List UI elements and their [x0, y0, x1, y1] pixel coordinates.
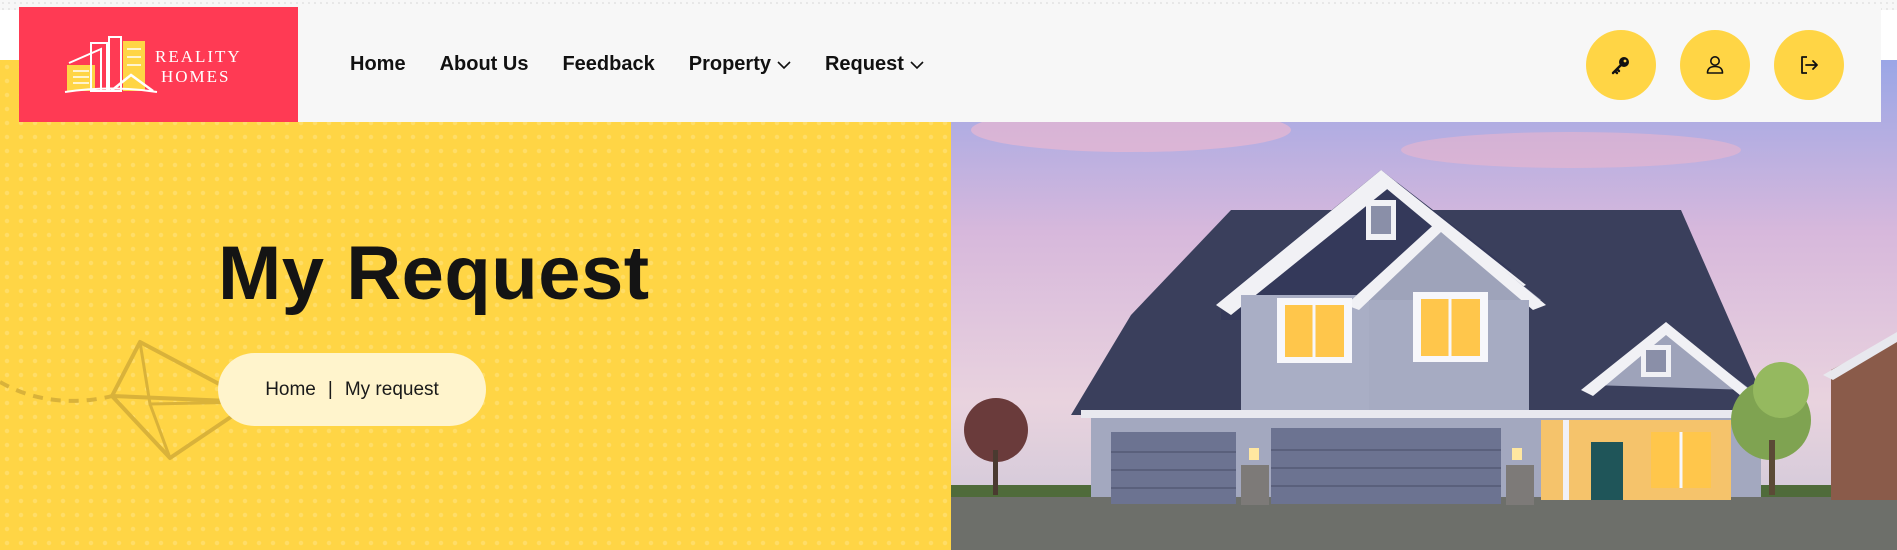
nav-property-dropdown[interactable]: Property	[689, 53, 791, 76]
logo-line-1: REALITY	[155, 47, 242, 66]
nav-feedback[interactable]: Feedback	[562, 53, 654, 76]
nav-about-label: About Us	[439, 53, 529, 75]
logout-icon	[1801, 56, 1818, 74]
breadcrumb: Home | My request	[218, 353, 486, 426]
chevron-down-icon	[777, 60, 791, 69]
nav-property-label: Property	[688, 53, 771, 75]
logout-button[interactable]	[1774, 30, 1844, 100]
logo-text: REALITY HOMES	[155, 47, 242, 87]
breadcrumb-home-link[interactable]: Home	[265, 379, 316, 401]
main-nav: Home About Us Feedback Property Request	[350, 7, 924, 122]
nav-request-dropdown[interactable]: Request	[825, 53, 924, 76]
nav-home-label: Home	[350, 53, 406, 75]
header-bar: REALITY HOMES Home About Us Feedback Pro…	[19, 7, 1881, 122]
nav-home[interactable]: Home	[350, 53, 406, 76]
breadcrumb-current: My request	[344, 378, 439, 400]
user-icon	[1706, 56, 1724, 74]
key-button[interactable]	[1586, 30, 1656, 100]
logo-line-2: HOMES	[161, 67, 231, 86]
chevron-down-icon	[910, 60, 924, 69]
user-button[interactable]	[1680, 30, 1750, 100]
page-title: My Request	[218, 231, 650, 316]
nav-about-us[interactable]: About Us	[440, 53, 529, 76]
key-icon	[1611, 57, 1629, 75]
site-logo[interactable]: REALITY HOMES	[19, 7, 298, 122]
nav-request-label: Request	[824, 53, 904, 75]
breadcrumb-separator: |	[327, 378, 333, 400]
nav-feedback-label: Feedback	[562, 53, 655, 75]
hero-house-image	[951, 60, 1897, 550]
building-logo-icon	[64, 36, 158, 93]
